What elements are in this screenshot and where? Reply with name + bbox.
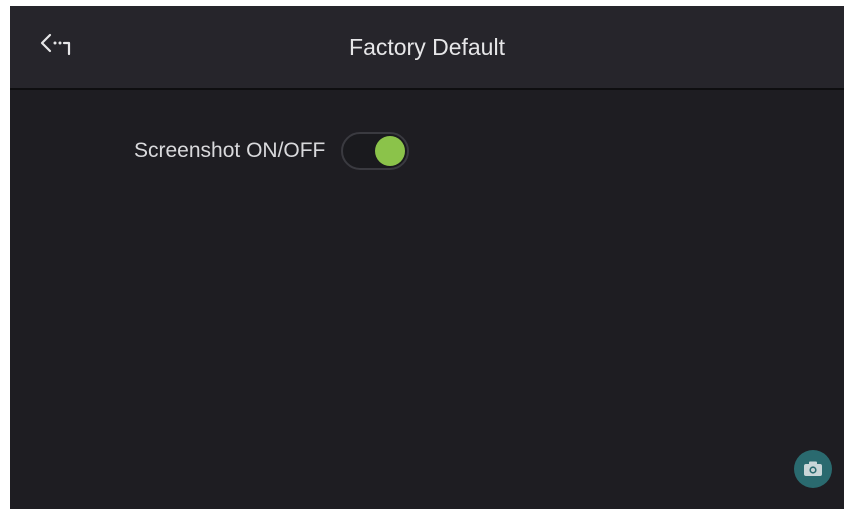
top-bar: Factory Default bbox=[10, 6, 844, 90]
toggle-knob bbox=[375, 136, 406, 166]
settings-content: Screenshot ON/OFF bbox=[10, 90, 844, 509]
back-button[interactable] bbox=[32, 24, 88, 68]
screenshot-setting-row: Screenshot ON/OFF bbox=[134, 130, 410, 172]
page-title: Factory Default bbox=[349, 34, 505, 60]
screenshot-button[interactable] bbox=[794, 450, 832, 488]
screen: Factory Default Screenshot ON/OFF bbox=[10, 6, 844, 509]
screenshot-toggle-label: Screenshot ON/OFF bbox=[134, 139, 326, 162]
back-arrow-icon bbox=[40, 33, 71, 56]
camera-icon bbox=[804, 461, 822, 476]
screenshot-toggle[interactable] bbox=[341, 132, 410, 170]
